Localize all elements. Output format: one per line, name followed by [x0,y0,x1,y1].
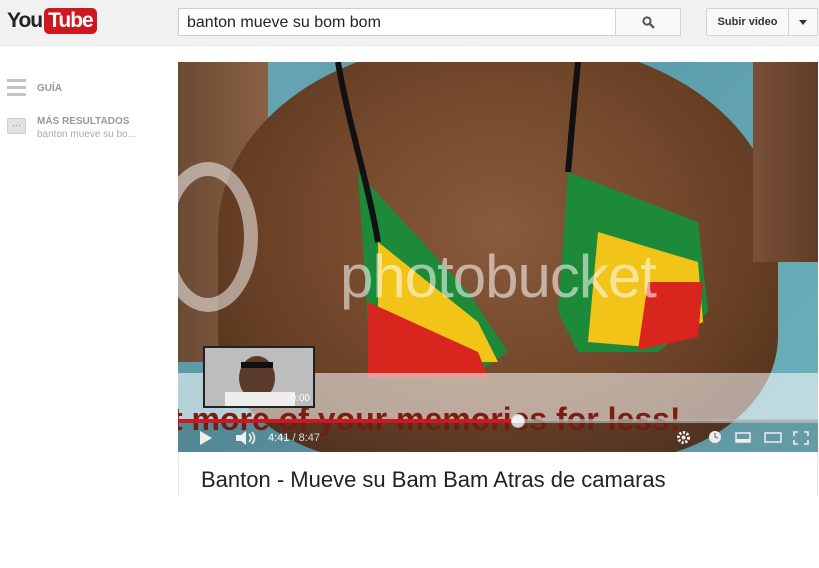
current-time: 4:41 [268,432,290,444]
play-icon[interactable] [200,431,212,445]
video-title: Banton - Mueve su Bam Bam Atras de camar… [178,452,818,496]
chevron-down-icon [799,19,807,25]
video-player[interactable]: photobucket t more of your memories for … [178,62,818,452]
duration-time: 8:47 [298,432,321,444]
thumbnail-time: 0:00 [290,393,310,404]
logo-tube: Tube [44,8,97,34]
more-icon: ··· [7,118,26,134]
search-icon [641,15,655,29]
time-display: 4:41 / 8:47 [268,432,321,444]
sidebar-item-label: GUÍA [37,83,62,94]
sidebar-item-sublabel: banton mueve su bo... [37,129,136,140]
watch-later-icon[interactable] [708,430,722,444]
search-button[interactable] [615,8,681,36]
player-controls: 4:41 / 8:47 [178,423,818,452]
sidebar-item-label: MÁS RESULTADOS [37,116,130,127]
sidebar-item-guide[interactable]: GUÍA [7,79,167,99]
large-player-icon[interactable] [764,432,782,443]
masthead: You Tube banton mueve su bom bom Subir v… [0,0,819,46]
upload-button[interactable]: Subir video [706,8,789,36]
search-input[interactable]: banton mueve su bom bom [178,8,616,36]
upload-dropdown-button[interactable] [788,8,818,36]
youtube-logo[interactable]: You Tube [7,8,97,34]
sidebar-item-more-results[interactable]: ··· MÁS RESULTADOS banton mueve su bo... [7,116,167,146]
fullscreen-icon[interactable] [793,431,809,445]
photobucket-watermark: photobucket [340,243,657,310]
logo-you: You [7,9,43,32]
small-player-icon[interactable] [735,432,751,443]
gear-icon[interactable] [676,430,691,445]
seek-preview-thumbnail: 0:00 [203,346,315,408]
menu-icon [7,79,26,97]
volume-icon[interactable] [236,431,258,445]
